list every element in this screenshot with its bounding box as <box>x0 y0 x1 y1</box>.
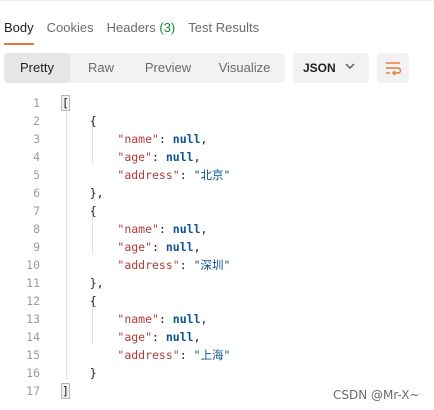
chevron-down-icon <box>345 63 355 69</box>
response-tabs: Body Cookies Headers (3) Test Results <box>4 19 272 45</box>
tab-body[interactable]: Body <box>4 19 34 45</box>
code-text: "address": "北京" <box>117 168 231 182</box>
json-value: "北京" <box>193 168 231 182</box>
json-value: null <box>172 222 201 236</box>
line-number: 13 <box>26 312 40 326</box>
json-key: "age" <box>117 150 153 164</box>
matched-bracket: ] <box>61 383 70 399</box>
tab-headers[interactable]: Headers (3) <box>107 19 176 45</box>
json-key: "address" <box>117 348 180 362</box>
wrap-lines-icon <box>386 62 401 76</box>
line-number: 3 <box>33 132 40 146</box>
json-key: "name" <box>117 222 159 236</box>
line-number: 15 <box>26 348 40 362</box>
view-pretty-button[interactable]: Pretty <box>4 53 70 83</box>
code-text: "age": null, <box>117 240 201 254</box>
json-value: null <box>165 150 194 164</box>
line-number: 6 <box>33 186 40 200</box>
line-number: 4 <box>33 150 40 164</box>
code-text: ] <box>61 382 70 400</box>
line-number: 8 <box>33 222 40 236</box>
format-dropdown-label: JSON <box>303 61 336 75</box>
code-text: { <box>62 294 97 308</box>
json-key: "age" <box>117 330 153 344</box>
line-number: 10 <box>26 258 40 272</box>
line-number: 7 <box>33 204 40 218</box>
json-key: "name" <box>117 132 159 146</box>
code-text: "name": null, <box>117 222 208 236</box>
line-number: 16 <box>26 366 40 380</box>
code-text: [ <box>61 94 70 112</box>
line-number: 14 <box>26 330 40 344</box>
json-value: null <box>172 132 201 146</box>
code-text: "age": null, <box>117 150 201 164</box>
watermark: CSDN @Mr-X~ <box>333 388 420 402</box>
line-number: 5 <box>33 168 40 182</box>
code-text: "age": null, <box>117 330 201 344</box>
line-number: 11 <box>26 276 40 290</box>
line-number: 1 <box>33 96 40 110</box>
code-text: } <box>62 366 97 380</box>
json-value: null <box>172 312 201 326</box>
json-value: "深圳" <box>193 258 231 272</box>
top-divider <box>0 0 434 1</box>
headers-count-badge: (3) <box>159 20 176 35</box>
line-number: 9 <box>33 240 40 254</box>
matched-bracket: [ <box>61 95 70 111</box>
view-preview-button[interactable]: Preview <box>132 53 204 83</box>
code-text: { <box>62 204 97 218</box>
json-key: "address" <box>117 258 180 272</box>
code-text: }, <box>62 186 104 200</box>
line-number: 12 <box>26 294 40 308</box>
json-key: "age" <box>117 240 153 254</box>
code-text: "name": null, <box>117 132 208 146</box>
view-visualize-button[interactable]: Visualize <box>204 53 285 83</box>
json-key: "name" <box>117 312 159 326</box>
line-number: 2 <box>33 114 40 128</box>
json-key: "address" <box>117 168 180 182</box>
view-mode-group: Pretty Raw Preview Visualize <box>4 53 285 83</box>
line-number: 17 <box>26 384 40 398</box>
json-value: null <box>165 330 194 344</box>
json-value: "上海" <box>193 348 231 362</box>
view-raw-button[interactable]: Raw <box>70 53 132 83</box>
tab-headers-label: Headers <box>106 20 156 35</box>
code-text: "name": null, <box>117 312 208 326</box>
code-text: { <box>62 114 97 128</box>
json-value: null <box>165 240 194 254</box>
tab-cookies[interactable]: Cookies <box>47 19 94 45</box>
code-text: "address": "深圳" <box>117 258 231 272</box>
format-dropdown[interactable]: JSON <box>293 53 369 83</box>
tab-test-results[interactable]: Test Results <box>188 19 259 45</box>
wrap-lines-button[interactable] <box>377 53 409 83</box>
code-text: }, <box>62 276 104 290</box>
code-text: "address": "上海" <box>117 348 231 362</box>
